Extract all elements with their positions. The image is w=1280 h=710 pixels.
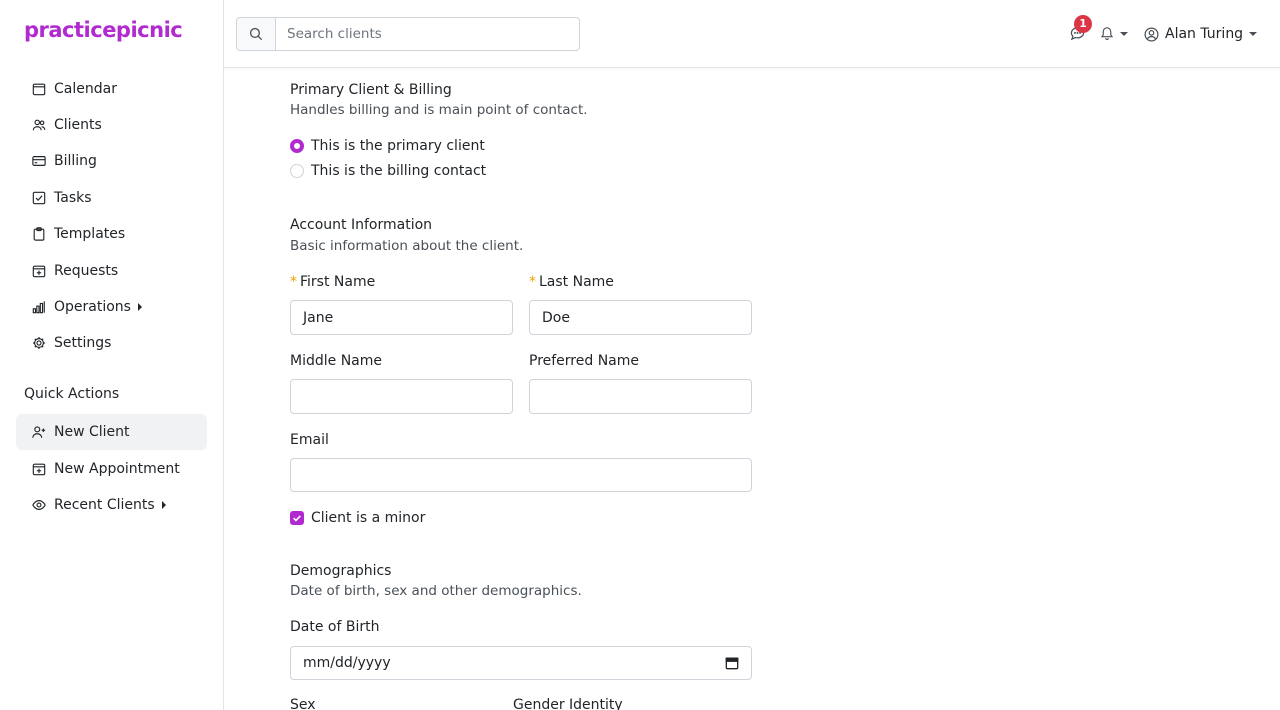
top-bar: 1 Alan Turing (224, 0, 1280, 68)
user-plus-icon (32, 425, 46, 439)
first-name-field[interactable]: Jane (290, 300, 513, 335)
search-group (236, 17, 580, 51)
user-menu[interactable]: Alan Turing (1144, 26, 1258, 42)
last-name-field[interactable]: Doe (529, 300, 752, 335)
calendar-plus-icon (32, 462, 46, 476)
first-name-label: * First Name (290, 274, 375, 290)
chevron-down-icon (1249, 32, 1258, 36)
quick-action-new-appointment[interactable]: New Appointment (16, 451, 207, 487)
chevron-down-icon (1120, 31, 1128, 36)
quick-action-recent-clients[interactable]: Recent Clients (16, 487, 207, 523)
preferred-name-field[interactable] (529, 379, 752, 414)
caret-right-icon (161, 501, 166, 509)
notifications-dropdown[interactable] (1100, 26, 1128, 41)
sidebar-item-operations[interactable]: Operations (16, 289, 207, 325)
sidebar-item-label: Recent Clients (54, 497, 155, 513)
sidebar-item-templates[interactable]: Templates (16, 216, 207, 252)
quick-action-new-client[interactable]: New Client (16, 414, 207, 450)
sidebar-item-billing[interactable]: Billing (16, 143, 207, 179)
sidebar-item-label: New Client (54, 424, 130, 440)
sex-label: Sex (290, 697, 316, 710)
minor-checkbox-row[interactable]: Client is a minor (290, 510, 425, 526)
radio-label: This is the billing contact (311, 163, 487, 179)
calendar-picker-icon[interactable] (725, 656, 739, 670)
user-circle-icon (1144, 27, 1159, 41)
account-section-subtitle: Basic information about the client. (290, 238, 524, 254)
sidebar-item-label: Tasks (54, 190, 92, 206)
search-button[interactable] (236, 17, 276, 51)
sidebar-item-label: Requests (54, 263, 119, 279)
primary-section-title: Primary Client & Billing (290, 82, 452, 98)
sidebar-item-label: Clients (54, 117, 102, 133)
sidebar-item-label: Calendar (54, 81, 117, 97)
search-input[interactable] (276, 17, 580, 51)
sidebar-item-label: New Appointment (54, 461, 180, 477)
check-icon (293, 515, 301, 522)
primary-section-subtitle: Handles billing and is main point of con… (290, 102, 588, 118)
middle-name-field[interactable] (290, 379, 513, 414)
label-text: First Name (300, 274, 376, 290)
middle-name-label: Middle Name (290, 353, 382, 369)
demographics-section-title: Demographics (290, 563, 392, 579)
clipboard-icon (32, 227, 46, 241)
account-section-title: Account Information (290, 217, 433, 233)
label-text: Last Name (539, 274, 614, 290)
caret-right-icon (137, 303, 142, 311)
sidebar-item-label: Settings (54, 335, 112, 351)
messages-badge: 1 (1074, 15, 1092, 33)
email-field[interactable] (290, 458, 752, 492)
sidebar-item-tasks[interactable]: Tasks (16, 180, 207, 216)
sidebar: practicepicnic Calendar Clients Billing … (0, 0, 224, 710)
minor-checkbox[interactable] (290, 511, 304, 525)
preferred-name-label: Preferred Name (529, 353, 640, 369)
sidebar-item-requests[interactable]: Requests (16, 253, 207, 289)
brand-logo[interactable]: practicepicnic (24, 18, 183, 42)
search-icon (249, 27, 263, 41)
last-name-label: * Last Name (529, 274, 614, 290)
sidebar-item-settings[interactable]: Settings (16, 325, 207, 361)
bell-icon (1100, 27, 1114, 40)
minor-label: Client is a minor (311, 510, 426, 526)
radio-primary-client[interactable]: This is the primary client (290, 138, 485, 154)
dob-field[interactable]: mm/dd/yyyy (290, 646, 752, 680)
required-asterisk: * (290, 274, 297, 290)
user-name: Alan Turing (1165, 26, 1244, 42)
radio-button[interactable] (290, 164, 304, 178)
gender-identity-label: Gender Identity (513, 697, 623, 710)
gear-icon (32, 336, 46, 350)
calendar-icon (32, 82, 46, 96)
users-icon (32, 118, 46, 132)
dob-placeholder: mm/dd/yyyy (303, 655, 391, 671)
bar-chart-icon (32, 300, 46, 314)
radio-label: This is the primary client (311, 138, 485, 154)
radio-billing-contact[interactable]: This is the billing contact (290, 163, 486, 179)
dob-label: Date of Birth (290, 619, 380, 635)
sidebar-item-label: Operations (54, 299, 131, 315)
sidebar-item-label: Billing (54, 153, 97, 169)
email-label: Email (290, 432, 329, 448)
quick-actions-title: Quick Actions (24, 386, 120, 402)
sidebar-item-calendar[interactable]: Calendar (16, 71, 207, 107)
demographics-section-subtitle: Date of birth, sex and other demographic… (290, 583, 582, 599)
credit-card-icon (32, 154, 46, 168)
eye-icon (32, 498, 46, 512)
check-square-icon (32, 191, 46, 205)
required-asterisk: * (529, 274, 536, 290)
calendar-plus-icon (32, 264, 46, 278)
sidebar-item-clients[interactable]: Clients (16, 107, 207, 143)
sidebar-item-label: Templates (54, 226, 126, 242)
radio-button-checked[interactable] (290, 139, 304, 153)
